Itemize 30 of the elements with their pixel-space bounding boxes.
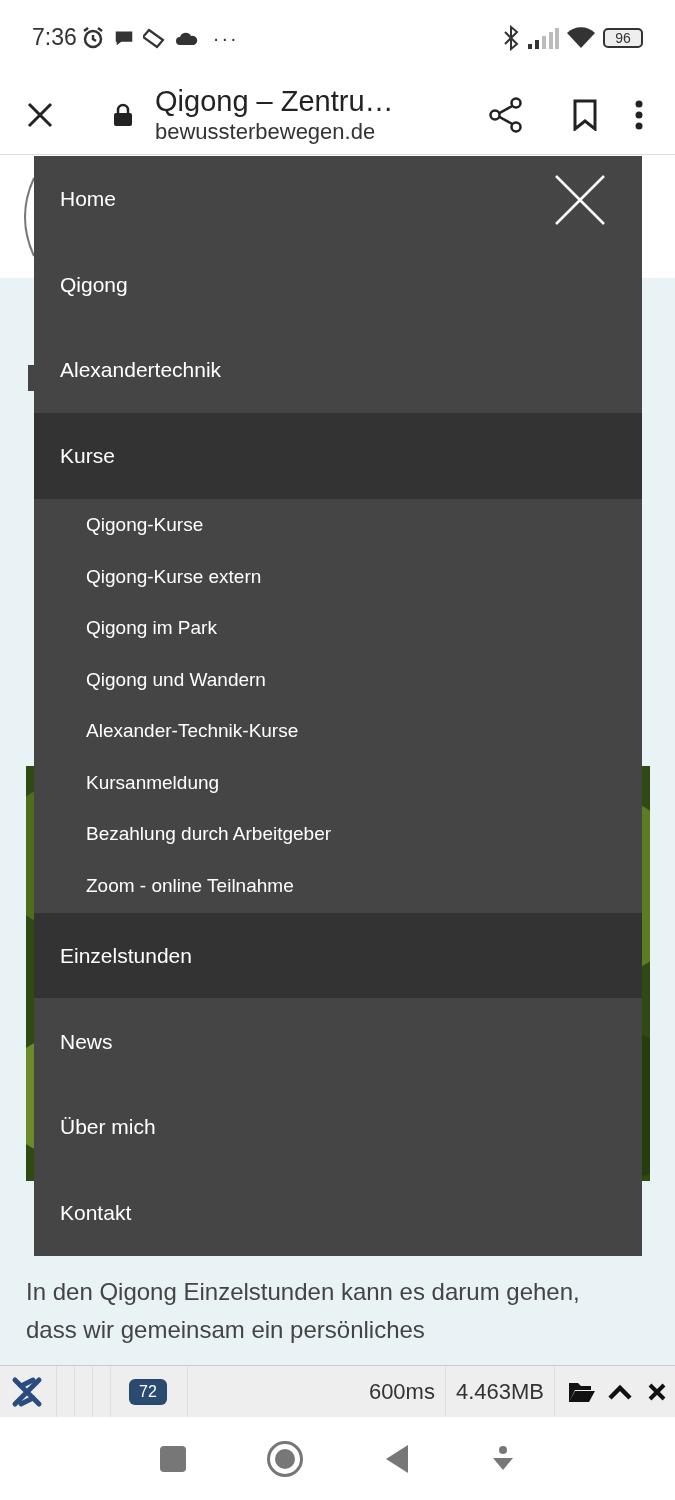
page-title: Qigong – Zentru… <box>155 83 394 118</box>
submenu-item[interactable]: Zoom - online Teilnahme <box>34 860 642 912</box>
submenu-item[interactable]: Kursanmeldung <box>34 757 642 809</box>
more-notifications: ··· <box>212 25 239 51</box>
recents-button[interactable] <box>160 1445 187 1472</box>
submenu-item[interactable]: Qigong und Wandern <box>34 654 642 706</box>
memory-usage: 4.463MB <box>454 1378 545 1406</box>
battery-indicator: 96 <box>603 27 643 48</box>
more-icon <box>635 99 643 130</box>
menu-item[interactable]: Kurse <box>34 413 642 499</box>
submenu-item[interactable]: Qigong-Kurse extern <box>34 551 642 603</box>
clock: 7:36 <box>32 23 77 53</box>
menu-item[interactable]: Einzelstunden <box>34 912 642 999</box>
lock-icon <box>113 102 133 127</box>
close-icon <box>27 101 53 128</box>
query-count-badge: 72 <box>129 1378 167 1405</box>
body-paragraph: In den Qigong Einzelstunden kann es darum gehen, dass wir gemeinsam ein persönliches <box>26 1277 581 1345</box>
logo-icon <box>24 176 34 257</box>
submenu-item[interactable]: Qigong im Park <box>34 602 642 655</box>
submenu-item[interactable]: Bezahlung durch Arbeitgeber <box>34 808 642 861</box>
bookmark-icon <box>573 98 597 131</box>
bluetooth-icon <box>503 24 519 51</box>
signal-icon <box>527 26 559 49</box>
submenu-item[interactable]: Alexander-Technik-Kurse <box>34 705 642 758</box>
home-button[interactable] <box>267 1440 304 1477</box>
render-time: 600ms <box>368 1378 436 1406</box>
share-icon <box>489 96 523 133</box>
submenu-item[interactable]: Qigong-Kurse <box>34 499 642 552</box>
page-url: bewussterbewegen.de <box>155 117 377 146</box>
wifi-icon <box>567 26 595 49</box>
